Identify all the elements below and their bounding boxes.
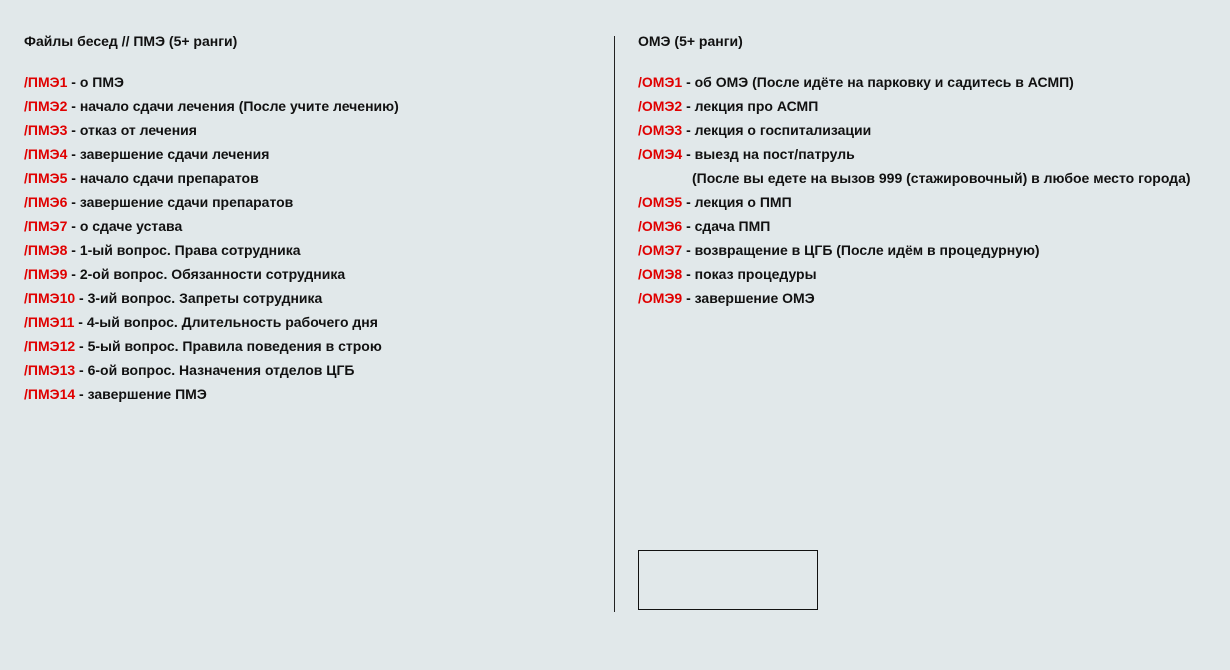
pme-command-list: /ПМЭ1 - о ПМЭ/ПМЭ2 - начало сдачи лечени… <box>24 70 584 406</box>
command-name: /ПМЭ3 <box>24 122 68 138</box>
command-name: /ПМЭ9 <box>24 266 68 282</box>
command-name: /ОМЭ2 <box>638 98 683 114</box>
command-row: /ПМЭ3 - отказ от лечения <box>24 118 584 142</box>
command-row: /ПМЭ12 - 5-ый вопрос. Правила поведения … <box>24 334 584 358</box>
command-name: /ПМЭ5 <box>24 170 68 186</box>
command-row: /ПМЭ6 - завершение сдачи препаратов <box>24 190 584 214</box>
command-description: - 2-ой вопрос. Обязанности сотрудника <box>67 266 346 282</box>
command-description: - завершение ОМЭ <box>682 290 815 306</box>
command-row: /ПМЭ4 - завершение сдачи лечения <box>24 142 584 166</box>
command-description: - завершение сдачи лечения <box>67 146 270 162</box>
command-row: /ПМЭ1 - о ПМЭ <box>24 70 584 94</box>
command-row: /ПМЭ13 - 6-ой вопрос. Назначения отделов… <box>24 358 584 382</box>
command-description: - о сдаче устава <box>67 218 183 234</box>
command-name: /ПМЭ4 <box>24 146 68 162</box>
command-row: /ПМЭ11 - 4-ый вопрос. Длительность рабоч… <box>24 310 584 334</box>
command-name: /ОМЭ7 <box>638 242 683 258</box>
command-description: - выезд на пост/патруль <box>682 146 855 162</box>
command-description: - завершение сдачи препаратов <box>67 194 294 210</box>
command-description: - сдача ПМП <box>682 218 771 234</box>
command-name: /ОМЭ3 <box>638 122 683 138</box>
command-row: /ПМЭ5 - начало сдачи препаратов <box>24 166 584 190</box>
command-description: - об ОМЭ (После идёте на парковку и сади… <box>682 74 1074 90</box>
command-description: - 1-ый вопрос. Права сотрудника <box>67 242 301 258</box>
command-row: /ПМЭ7 - о сдаче устава <box>24 214 584 238</box>
command-description: - отказ от лечения <box>67 122 197 138</box>
command-name: /ОМЭ1 <box>638 74 683 90</box>
command-row: /ОМЭ6 - сдача ПМП <box>638 214 1218 238</box>
command-row: (После вы едете на вызов 999 (стажировоч… <box>638 166 1218 190</box>
command-description: - лекция про АСМП <box>682 98 819 114</box>
command-description: - лекция о госпитализации <box>682 122 872 138</box>
command-description: - о ПМЭ <box>67 74 124 90</box>
column-divider <box>614 36 615 612</box>
command-row: /ПМЭ9 - 2-ой вопрос. Обязанности сотрудн… <box>24 262 584 286</box>
command-description: - лекция о ПМП <box>682 194 792 210</box>
command-description: - завершение ПМЭ <box>75 386 207 402</box>
command-description: - 3-ий вопрос. Запреты сотрудника <box>75 290 323 306</box>
command-description: - 6-ой вопрос. Назначения отделов ЦГБ <box>75 362 355 378</box>
command-name: /ОМЭ9 <box>638 290 683 306</box>
command-description: - показ процедуры <box>682 266 817 282</box>
command-row: /ОМЭ9 - завершение ОМЭ <box>638 286 1218 310</box>
command-row: /ПМЭ2 - начало сдачи лечения (После учит… <box>24 94 584 118</box>
pme-heading: Файлы бесед // ПМЭ (5+ ранги) <box>24 33 238 49</box>
command-row: /ПМЭ10 - 3-ий вопрос. Запреты сотрудника <box>24 286 584 310</box>
command-row: /ПМЭ8 - 1-ый вопрос. Права сотрудника <box>24 238 584 262</box>
command-name: /ПМЭ11 <box>24 314 75 330</box>
ome-panel: ОМЭ (5+ ранги) /ОМЭ1 - об ОМЭ (После идё… <box>638 32 1218 310</box>
command-name: /ОМЭ6 <box>638 218 683 234</box>
command-row: /ОМЭ7 - возвращение в ЦГБ (После идём в … <box>638 238 1218 262</box>
command-description: - 5-ый вопрос. Правила поведения в строю <box>75 338 382 354</box>
command-name: /ОМЭ5 <box>638 194 683 210</box>
command-row: /ОМЭ5 - лекция о ПМП <box>638 190 1218 214</box>
command-row: /ПМЭ14 - завершение ПМЭ <box>24 382 584 406</box>
command-name: /ОМЭ8 <box>638 266 683 282</box>
command-name: /ПМЭ10 <box>24 290 76 306</box>
command-name: /ПМЭ8 <box>24 242 68 258</box>
command-row: /ОМЭ1 - об ОМЭ (После идёте на парковку … <box>638 70 1218 94</box>
command-description: - 4-ый вопрос. Длительность рабочего дня <box>74 314 378 330</box>
command-name: /ПМЭ1 <box>24 74 68 90</box>
command-name: /ПМЭ6 <box>24 194 68 210</box>
command-name: /ОМЭ4 <box>638 146 683 162</box>
ome-heading: ОМЭ (5+ ранги) <box>638 33 743 49</box>
command-description: - возвращение в ЦГБ (После идём в процед… <box>682 242 1040 258</box>
command-name: /ПМЭ12 <box>24 338 76 354</box>
command-name: /ПМЭ14 <box>24 386 76 402</box>
command-name: /ПМЭ2 <box>24 98 68 114</box>
command-name: /ПМЭ7 <box>24 218 68 234</box>
command-row: /ОМЭ3 - лекция о госпитализации <box>638 118 1218 142</box>
pme-panel: Файлы бесед // ПМЭ (5+ ранги) /ПМЭ1 - о … <box>24 32 584 406</box>
empty-box <box>638 550 818 610</box>
command-row: /ОМЭ4 - выезд на пост/патруль <box>638 142 1218 166</box>
command-description: - начало сдачи препаратов <box>67 170 259 186</box>
command-description: - начало сдачи лечения (После учите лече… <box>67 98 399 114</box>
command-name: /ПМЭ13 <box>24 362 76 378</box>
command-description: (После вы едете на вызов 999 (стажировоч… <box>692 170 1191 186</box>
ome-command-list: /ОМЭ1 - об ОМЭ (После идёте на парковку … <box>638 70 1218 310</box>
command-row: /ОМЭ2 - лекция про АСМП <box>638 94 1218 118</box>
command-row: /ОМЭ8 - показ процедуры <box>638 262 1218 286</box>
